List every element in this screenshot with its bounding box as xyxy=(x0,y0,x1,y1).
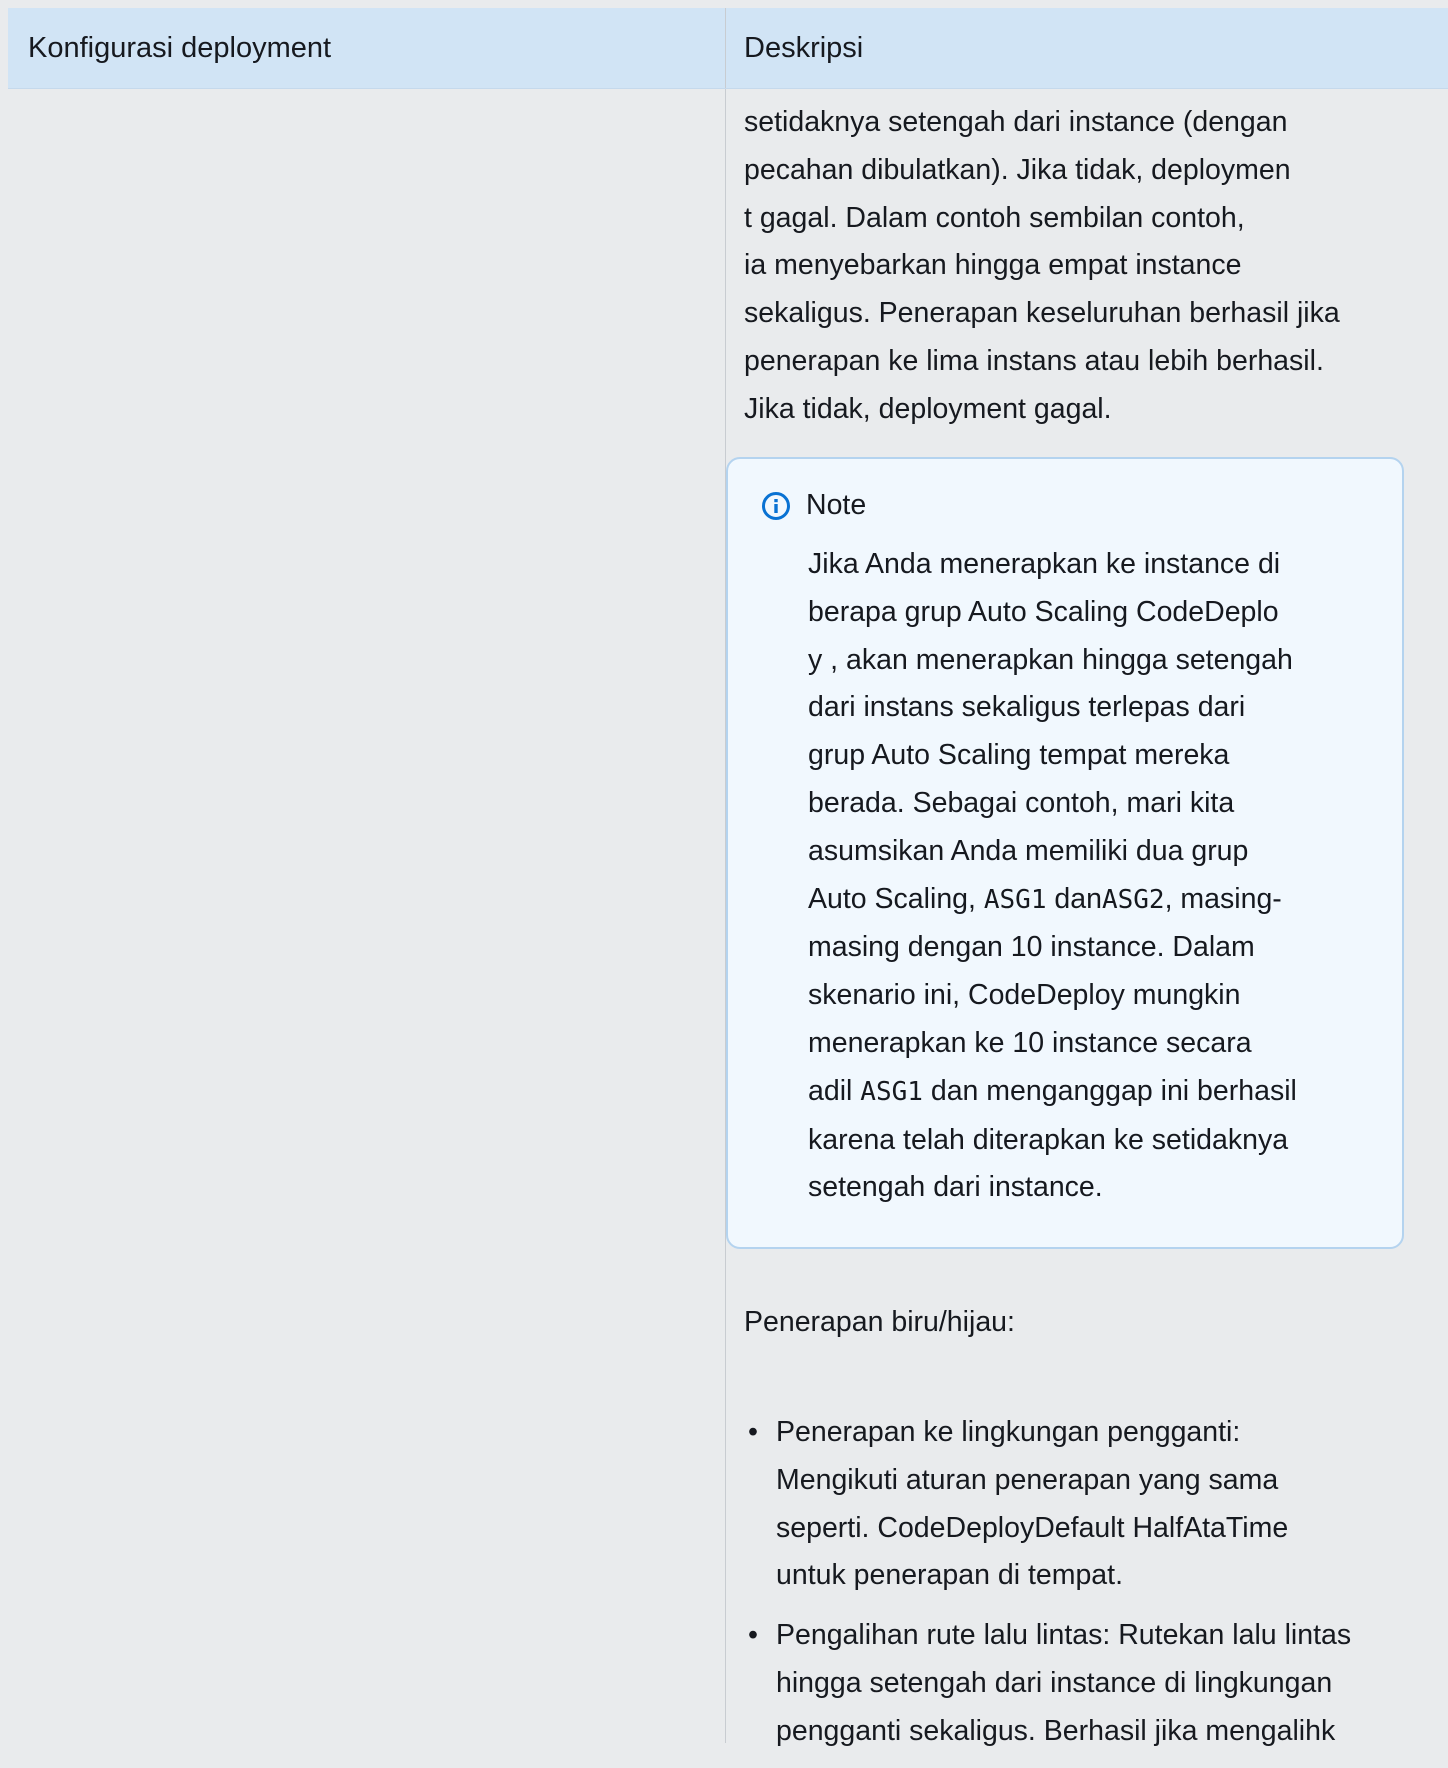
code-asg1: ASG1 xyxy=(983,884,1047,915)
description-cell: setidaknya setengah dari instance (denga… xyxy=(726,89,1448,1747)
list-item: • Penerapan ke lingkungan pengganti: Meng… xyxy=(744,1409,1444,1600)
note-text: dan xyxy=(1046,882,1102,915)
list-item: • Pengalihan rute lalu lintas: Rutekan la… xyxy=(744,1612,1444,1755)
deployment-config-table: Konfigurasi deployment Deskripsi setidak… xyxy=(8,8,1448,1747)
bullet-icon: • xyxy=(748,1619,758,1652)
blue-green-heading: Penerapan biru/hijau: xyxy=(744,1306,1015,1338)
code-asg1: ASG1 xyxy=(860,1076,923,1107)
note-box: Note Jika Anda menerapkan ke instance di… xyxy=(726,457,1404,1249)
code-asg2: ASG2 xyxy=(1101,884,1165,915)
description-intro: setidaknya setengah dari instance (denga… xyxy=(744,106,1340,425)
note-text: , masing- masing dengan 10 instance. Dal… xyxy=(808,882,1282,1107)
deployment-config-cell xyxy=(8,89,726,1743)
bullet-icon: • xyxy=(748,1416,758,1448)
note-title: Note xyxy=(806,489,867,521)
note-body: Jika Anda menerapkan ke instance di bera… xyxy=(808,541,1388,1212)
column-header-description: Deskripsi xyxy=(744,31,864,64)
table-row: setidaknya setengah dari instance (denga… xyxy=(8,89,1448,1747)
info-icon xyxy=(762,491,790,520)
note-header: Note xyxy=(762,489,866,522)
blue-green-list: • Penerapan ke lingkungan pengganti: Meng… xyxy=(744,1409,1444,1768)
list-item-text: Pengalihan rute lalu lintas: Rutekan lal… xyxy=(776,1619,1352,1747)
note-text: Jika Anda menerapkan ke instance di bera… xyxy=(808,548,1293,915)
table-header: Konfigurasi deployment Deskripsi xyxy=(8,8,1448,89)
list-item-text: Penerapan ke lingkungan pengganti: Mengi… xyxy=(776,1416,1289,1592)
column-header-deployment-config: Konfigurasi deployment xyxy=(8,8,726,88)
